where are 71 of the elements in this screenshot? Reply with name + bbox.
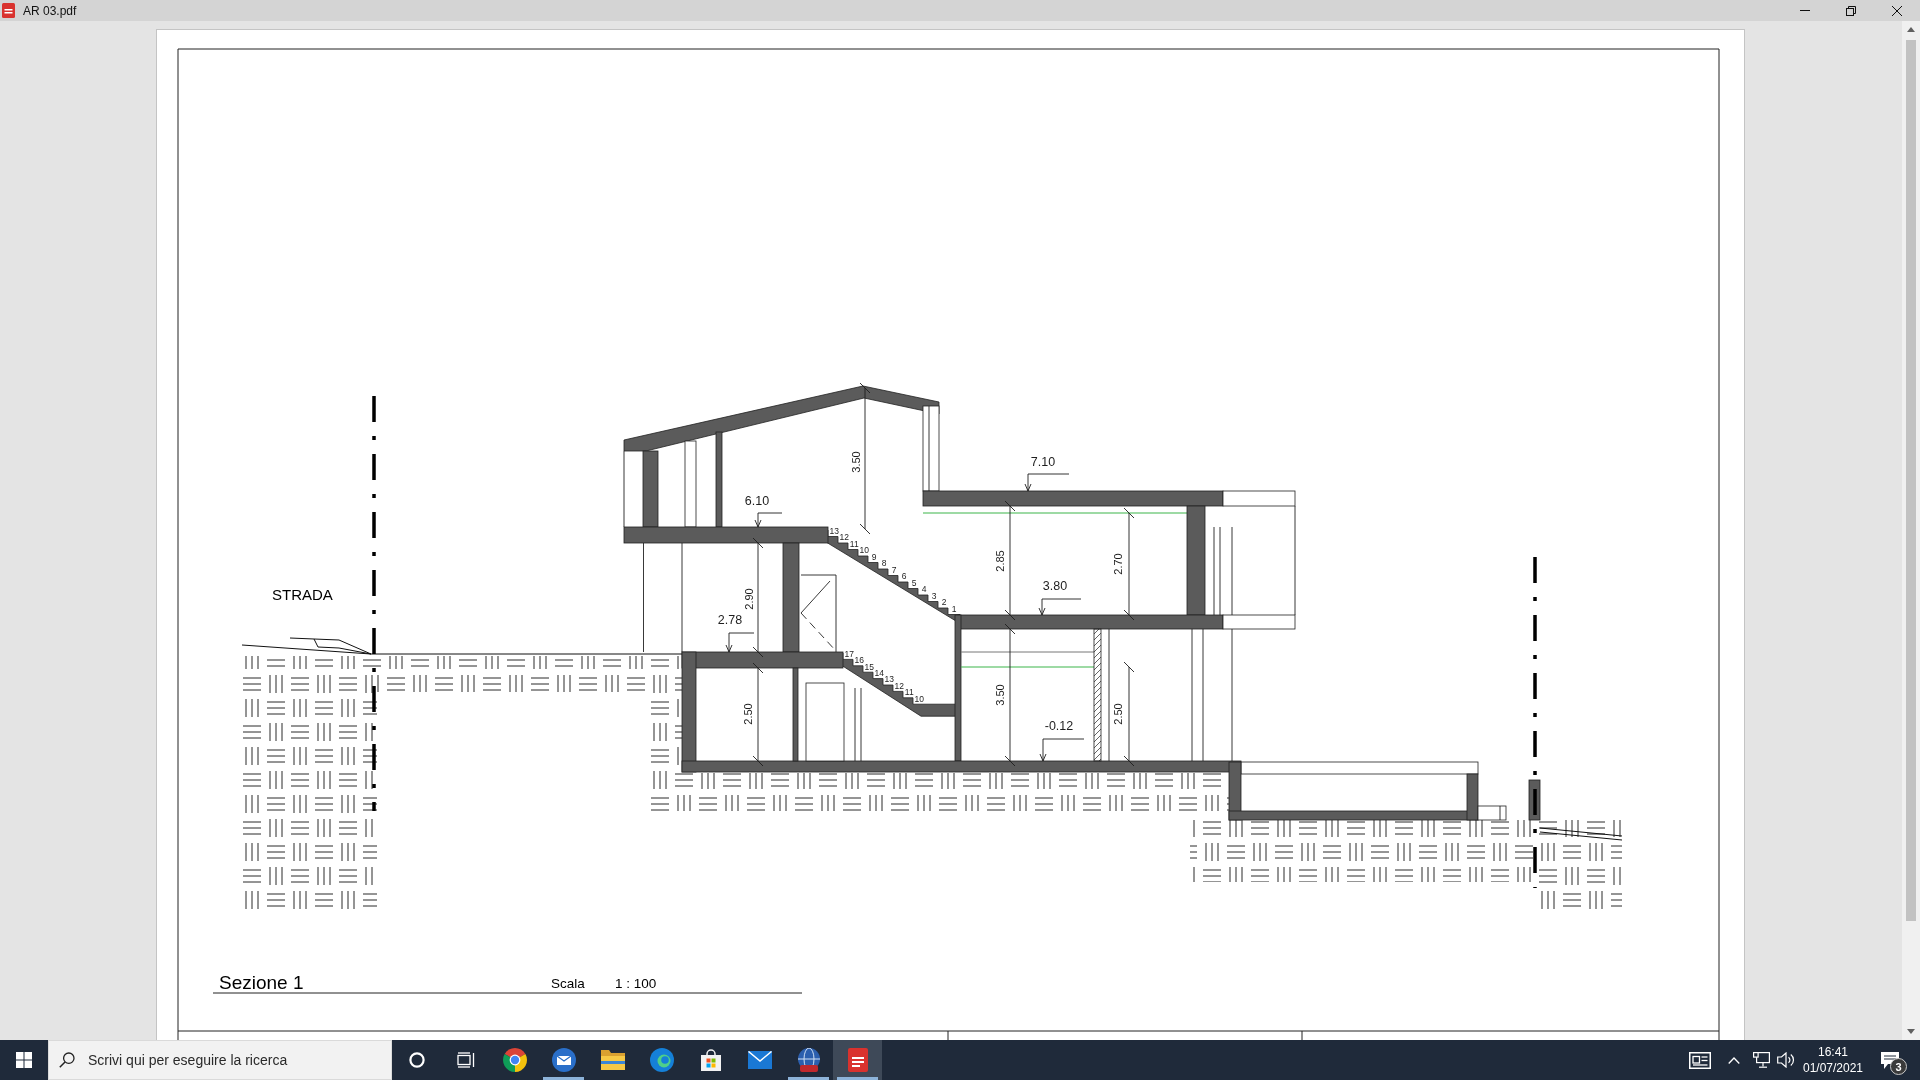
restore-icon[interactable] [1846,5,1856,16]
search-icon [59,1052,75,1068]
step-number: 17 [844,648,854,659]
step-number: 1 [951,603,957,614]
step-number: 12 [839,532,849,543]
level-arrow [725,632,755,653]
step-number: 2 [941,597,947,608]
document-icon [2,3,15,18]
level-label: -0.12 [1044,719,1074,733]
dimension-label: 3.50 [994,684,1006,706]
road-label: STRADA [272,586,333,603]
dimension-label: 2.50 [1112,703,1124,725]
step-number: 9 [871,551,877,562]
step-number: 14 [874,668,884,678]
level-arrow [1038,598,1082,616]
envelope-circle-icon[interactable] [551,1048,576,1072]
clock-time[interactable]: 16:41 [1818,1044,1848,1060]
caret-down-icon[interactable] [1907,1029,1915,1034]
level-label: 7.10 [1030,455,1056,469]
close-icon[interactable] [1892,5,1902,16]
step-number: 10 [859,545,869,556]
dimension-label: 2.50 [742,703,754,725]
dimension-label: 2.90 [743,588,755,610]
clock-date[interactable]: 01/07/2021 [1802,1060,1864,1076]
scrollbar-track[interactable] [1902,21,1920,1040]
step-number: 12 [894,680,904,691]
step-number: 16 [854,655,864,666]
boundary-post [1528,779,1541,821]
step-number: 11 [849,538,859,549]
step-number: 4 [921,584,927,595]
level-label: 3.80 [1042,579,1068,593]
notification-badge: 3 [1890,1058,1907,1075]
speaker-icon[interactable] [1777,1052,1795,1068]
folder-icon[interactable] [600,1050,625,1070]
dimension-label: 3.50 [850,451,862,473]
dimension-label: 2.70 [1112,553,1124,575]
shopping-bag-icon[interactable] [699,1049,722,1071]
level-arrow [1024,473,1070,492]
chevron-up-icon[interactable] [1728,1056,1740,1064]
step-number: 11 [904,687,914,698]
wave-circle-icon[interactable] [649,1048,674,1072]
step-number: 7 [891,564,897,575]
step-number: 15 [864,661,874,672]
step-number: 13 [884,674,894,685]
step-number: 3 [931,590,937,601]
level-arrow [754,512,783,528]
newspaper-icon[interactable] [1689,1051,1711,1069]
envelope-icon[interactable] [747,1051,772,1069]
scale-label: Scala [551,976,585,991]
step-number: 13 [829,525,839,536]
step-number: 5 [911,577,917,588]
window-title: AR 03.pdf [23,3,77,18]
ring-icon[interactable] [408,1052,425,1068]
step-number: 8 [881,558,887,569]
caret-up-icon[interactable] [1907,27,1915,32]
scrollbar-thumb[interactable] [1906,40,1916,921]
network-monitor-icon[interactable] [1752,1052,1770,1068]
level-label: 6.10 [744,494,770,508]
step-number: 10 [914,693,924,704]
section-title: Sezione 1 [219,972,304,993]
scale-value: 1 : 100 [615,976,657,991]
document-icon[interactable] [847,1048,868,1072]
step-number: 6 [901,571,907,582]
level-arrow [1039,738,1085,762]
color-wheel-icon[interactable] [502,1048,527,1072]
globe-icon[interactable] [796,1048,821,1072]
level-label: 2.78 [717,613,743,627]
search-field[interactable]: Scrivi qui per eseguire la ricerca [48,1040,392,1080]
dimension-label: 2.85 [994,550,1006,572]
taskbar-button[interactable] [833,1040,882,1080]
task-view-icon[interactable] [456,1052,475,1068]
